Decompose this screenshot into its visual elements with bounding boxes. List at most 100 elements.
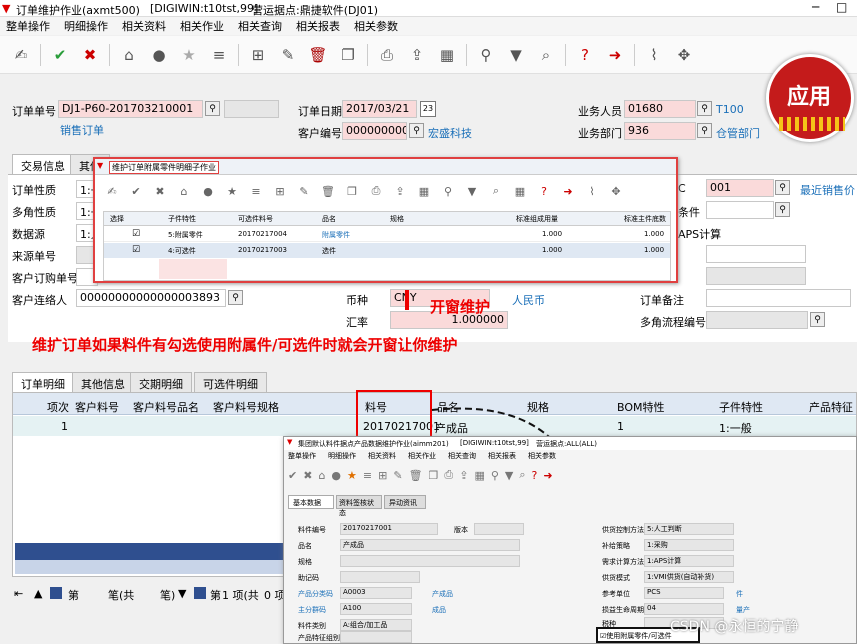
attach-icon[interactable]: ⌇ [639,42,669,68]
export-icon[interactable]: ⇪ [389,185,411,198]
edit-icon[interactable]: ✎ [393,469,402,482]
search-icon[interactable]: ⚲ [491,469,499,482]
home-icon[interactable]: ⌂ [318,469,325,482]
customer-field[interactable]: 0000000006 [342,122,407,140]
grid-icon[interactable]: ▦ [509,185,531,198]
export-icon[interactable]: ⇪ [459,469,468,482]
select-checkbox[interactable]: ☑ [132,229,140,239]
menu-item[interactable]: 相关报表 [488,451,516,463]
print-icon[interactable]: ⎙ [365,184,387,198]
filter-icon[interactable]: ▼ [501,42,531,68]
tab-basic-data[interactable]: 基本数据 [288,495,334,509]
lookup-icon[interactable]: ⚲ [409,123,424,138]
mnemonic-field[interactable] [340,571,420,583]
grid-icon[interactable]: ▦ [474,469,484,482]
attach-icon[interactable]: ⌇ [581,185,603,198]
tab-other-info[interactable]: 其他信息 [72,372,134,392]
first-page-icon[interactable]: ⇤ [14,587,23,600]
condition-field[interactable] [706,201,774,219]
down-icon[interactable]: ▼ [178,587,186,600]
cancel-icon[interactable]: ✖ [75,42,105,68]
table-row[interactable]: ☑ 5:附属零件 20170217004 附属零件 1.000 1.000 [104,227,670,242]
add-icon[interactable]: ⊞ [243,42,273,68]
menu-item[interactable]: 相关作业 [408,451,436,463]
category-field[interactable]: A0003 [340,587,412,599]
group-label[interactable]: 主分群码 [298,605,326,615]
confirm-icon[interactable]: ✔ [125,185,147,198]
confirm-icon[interactable]: ✔ [45,42,75,68]
select-checkbox[interactable]: ☑ [132,245,140,255]
lookup-icon[interactable]: ⚲ [697,101,712,116]
edit-icon[interactable]: ✎ [293,185,315,198]
menu-item[interactable]: 相关参数 [354,18,398,34]
export-icon[interactable]: ⇪ [402,42,432,68]
query-icon[interactable]: ⌕ [519,468,525,482]
demand-calc-select[interactable]: 1:APS计算 [644,555,734,567]
pin-icon[interactable]: ● [331,469,341,482]
name-field[interactable]: 产成品 [340,539,520,551]
print-icon[interactable]: ⎙ [444,468,453,482]
menu-item[interactable]: 相关作业 [180,18,224,34]
item-type-select[interactable]: A:组合/加工品 [340,619,412,631]
move-icon[interactable]: ✥ [605,185,627,198]
confirm-icon[interactable]: ✔ [288,469,297,482]
order-type-link[interactable]: 销售订单 [60,122,104,138]
query-icon[interactable]: ⌕ [531,42,561,68]
minimize-icon[interactable]: ─ [812,0,819,14]
copy-icon[interactable]: ❐ [341,185,363,198]
list-icon[interactable]: ≡ [245,185,267,198]
list-icon[interactable]: ≡ [363,469,372,482]
lifecycle-field[interactable]: 04 [644,603,724,615]
menu-item[interactable]: 相关查询 [238,18,282,34]
menu-item[interactable]: 相关查询 [448,451,476,463]
lookup-icon[interactable]: ⚲ [205,101,220,116]
tab-trade-info[interactable]: 交易信息 [12,154,74,174]
lookup-icon[interactable]: ⚲ [228,290,243,305]
home-icon[interactable]: ⌂ [114,42,144,68]
category-label[interactable]: 产品分类码 [298,589,333,599]
right-field-a[interactable] [706,245,806,263]
order-date-field[interactable]: 2017/03/21 [342,100,417,118]
search-icon[interactable]: ⚲ [437,185,459,198]
sales-field[interactable]: 01680 [624,100,696,118]
exit-icon[interactable]: ➜ [557,185,579,198]
calendar-icon[interactable]: 23 [420,101,436,117]
print-icon[interactable]: ⎙ [372,42,402,68]
move-icon[interactable]: ✥ [669,42,699,68]
dept-field[interactable]: 936 [624,122,696,140]
tab-order-detail[interactable]: 订单明细 [12,372,74,392]
tab-change-info[interactable]: 异动资讯 [384,495,426,509]
lookup-icon[interactable]: ⚲ [697,123,712,138]
tab-approval-status[interactable]: 资料签核状态 [336,495,382,517]
ref-unit-field[interactable]: PCS [644,587,724,599]
home-icon[interactable]: ⌂ [173,185,195,198]
lookup-icon[interactable]: ⚲ [775,180,790,195]
lookup-icon[interactable]: ⚲ [810,312,825,327]
lookup-icon[interactable]: ⚲ [775,202,790,217]
help-icon[interactable]: ? [532,469,538,482]
spec-field[interactable] [340,555,520,567]
exit-icon[interactable]: ➜ [543,469,552,482]
price-code-field[interactable]: 001 [706,179,774,197]
cancel-icon[interactable]: ✖ [303,469,312,482]
feature-group-field[interactable] [340,631,412,643]
menu-item[interactable]: 整单操作 [288,451,316,463]
pin-icon[interactable]: ● [144,42,174,68]
help-icon[interactable]: ? [570,42,600,68]
copy-icon[interactable]: ❐ [429,469,439,482]
tab-optional-detail[interactable]: 可选件明细 [194,372,267,392]
delete-icon[interactable]: 🗑 [409,469,423,482]
menu-item[interactable]: 整单操作 [6,18,50,34]
restore-icon[interactable]: □ [836,0,847,14]
item-no-field[interactable]: 20170217001 [340,523,438,535]
add-icon[interactable]: ⊞ [378,469,387,482]
delete-icon[interactable]: 🗑 [317,185,339,198]
delete-icon[interactable]: 🗑 [303,42,333,68]
search-icon[interactable]: ⚲ [471,42,501,68]
menu-item[interactable]: 明细操作 [64,18,108,34]
sign-icon[interactable]: ✍ [101,185,123,198]
star-icon[interactable]: ★ [221,185,243,198]
filter-icon[interactable]: ▼ [461,185,483,198]
copy-icon[interactable]: ❐ [333,42,363,68]
order-no-field[interactable]: DJ1-P60-201703210001 [58,100,203,118]
